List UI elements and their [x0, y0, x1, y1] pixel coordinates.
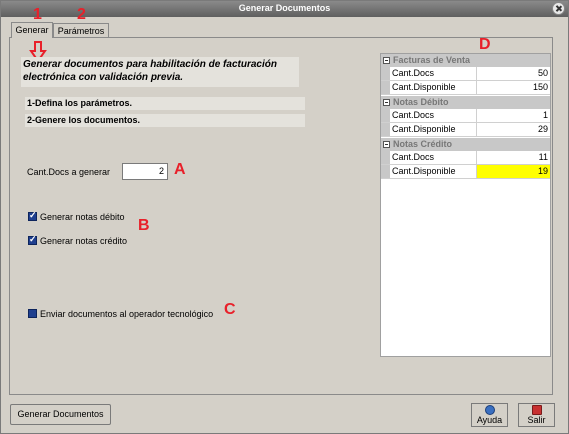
enviar-documentos-checkbox[interactable] [28, 309, 37, 318]
step-1-label: 1-Defina los parámetros. [25, 97, 305, 110]
grid-value-highlighted[interactable]: 19 [477, 165, 550, 178]
grid-row: Cant.Docs 50 [381, 67, 550, 81]
grid-group-notas-credito[interactable]: Notas Crédito [381, 138, 550, 151]
salir-button[interactable]: Salir [518, 403, 555, 427]
grid-key: Cant.Docs [390, 151, 477, 164]
grid-value[interactable]: 11 [477, 151, 550, 164]
grid-key: Cant.Disponible [390, 123, 477, 136]
grid-value[interactable]: 1 [477, 109, 550, 122]
grid-value[interactable]: 50 [477, 67, 550, 80]
grid-value[interactable]: 150 [477, 81, 550, 94]
grid-row: Cant.Docs 11 [381, 151, 550, 165]
help-icon [484, 405, 495, 415]
grid-group-title: Notas Crédito [393, 139, 453, 149]
grid-row: Cant.Disponible 150 [381, 81, 550, 95]
ayuda-label: Ayuda [476, 415, 503, 425]
annotation-a: A [174, 161, 186, 178]
salir-label: Salir [527, 415, 546, 425]
collapse-icon[interactable] [383, 99, 390, 106]
grid-row: Cant.Disponible 19 [381, 165, 550, 179]
annotation-b: B [138, 217, 150, 234]
grid-row: Cant.Docs 1 [381, 109, 550, 123]
generar-notas-debito-label: Generar notas débito [40, 212, 125, 222]
grid-key: Cant.Disponible [390, 81, 477, 94]
generar-notas-credito-checkbox[interactable] [28, 234, 37, 245]
grid-key: Cant.Docs [390, 67, 477, 80]
cant-docs-input[interactable]: 2 [122, 163, 168, 180]
grid-key: Cant.Disponible [390, 165, 477, 178]
collapse-icon[interactable] [383, 57, 390, 64]
grid-row: Cant.Disponible 29 [381, 123, 550, 137]
generar-notas-debito-checkbox[interactable] [28, 210, 37, 221]
ayuda-button[interactable]: Ayuda [471, 403, 508, 427]
generar-notas-credito-label: Generar notas crédito [40, 236, 128, 246]
annotation-c: C [224, 301, 236, 318]
collapse-icon[interactable] [383, 141, 390, 148]
window-title: Generar Documentos [238, 3, 331, 13]
grid-value[interactable]: 29 [477, 123, 550, 136]
generar-documentos-button[interactable]: Generar Documentos [10, 404, 111, 425]
title-bar: Generar Documentos [1, 1, 568, 17]
form-heading: Generar documentos para habilitación de … [21, 57, 299, 87]
annotation-2: 2 [77, 6, 86, 23]
tab-parametros[interactable]: Parámetros [53, 23, 109, 37]
step-2-label: 2-Genere los documentos. [25, 114, 305, 127]
grid-group-title: Facturas de Venta [393, 55, 471, 65]
grid-key: Cant.Docs [390, 109, 477, 122]
summary-grid: Facturas de Venta Cant.Docs 50 Cant.Disp… [380, 53, 551, 357]
grid-group-notas-debito[interactable]: Notas Débito [381, 96, 550, 109]
exit-icon [531, 405, 542, 415]
grid-group-facturas[interactable]: Facturas de Venta [381, 54, 550, 67]
main-window: Generar Documentos 1 2 Generar Parámetro… [0, 0, 569, 434]
annotation-d: D [479, 36, 491, 53]
grid-group-title: Notas Débito [393, 97, 449, 107]
enviar-documentos-label: Enviar documentos al operador tecnológic… [40, 309, 214, 319]
close-icon[interactable] [552, 2, 565, 15]
tab-generar[interactable]: Generar [11, 22, 53, 38]
cant-docs-label: Cant.Docs a generar [27, 167, 111, 177]
